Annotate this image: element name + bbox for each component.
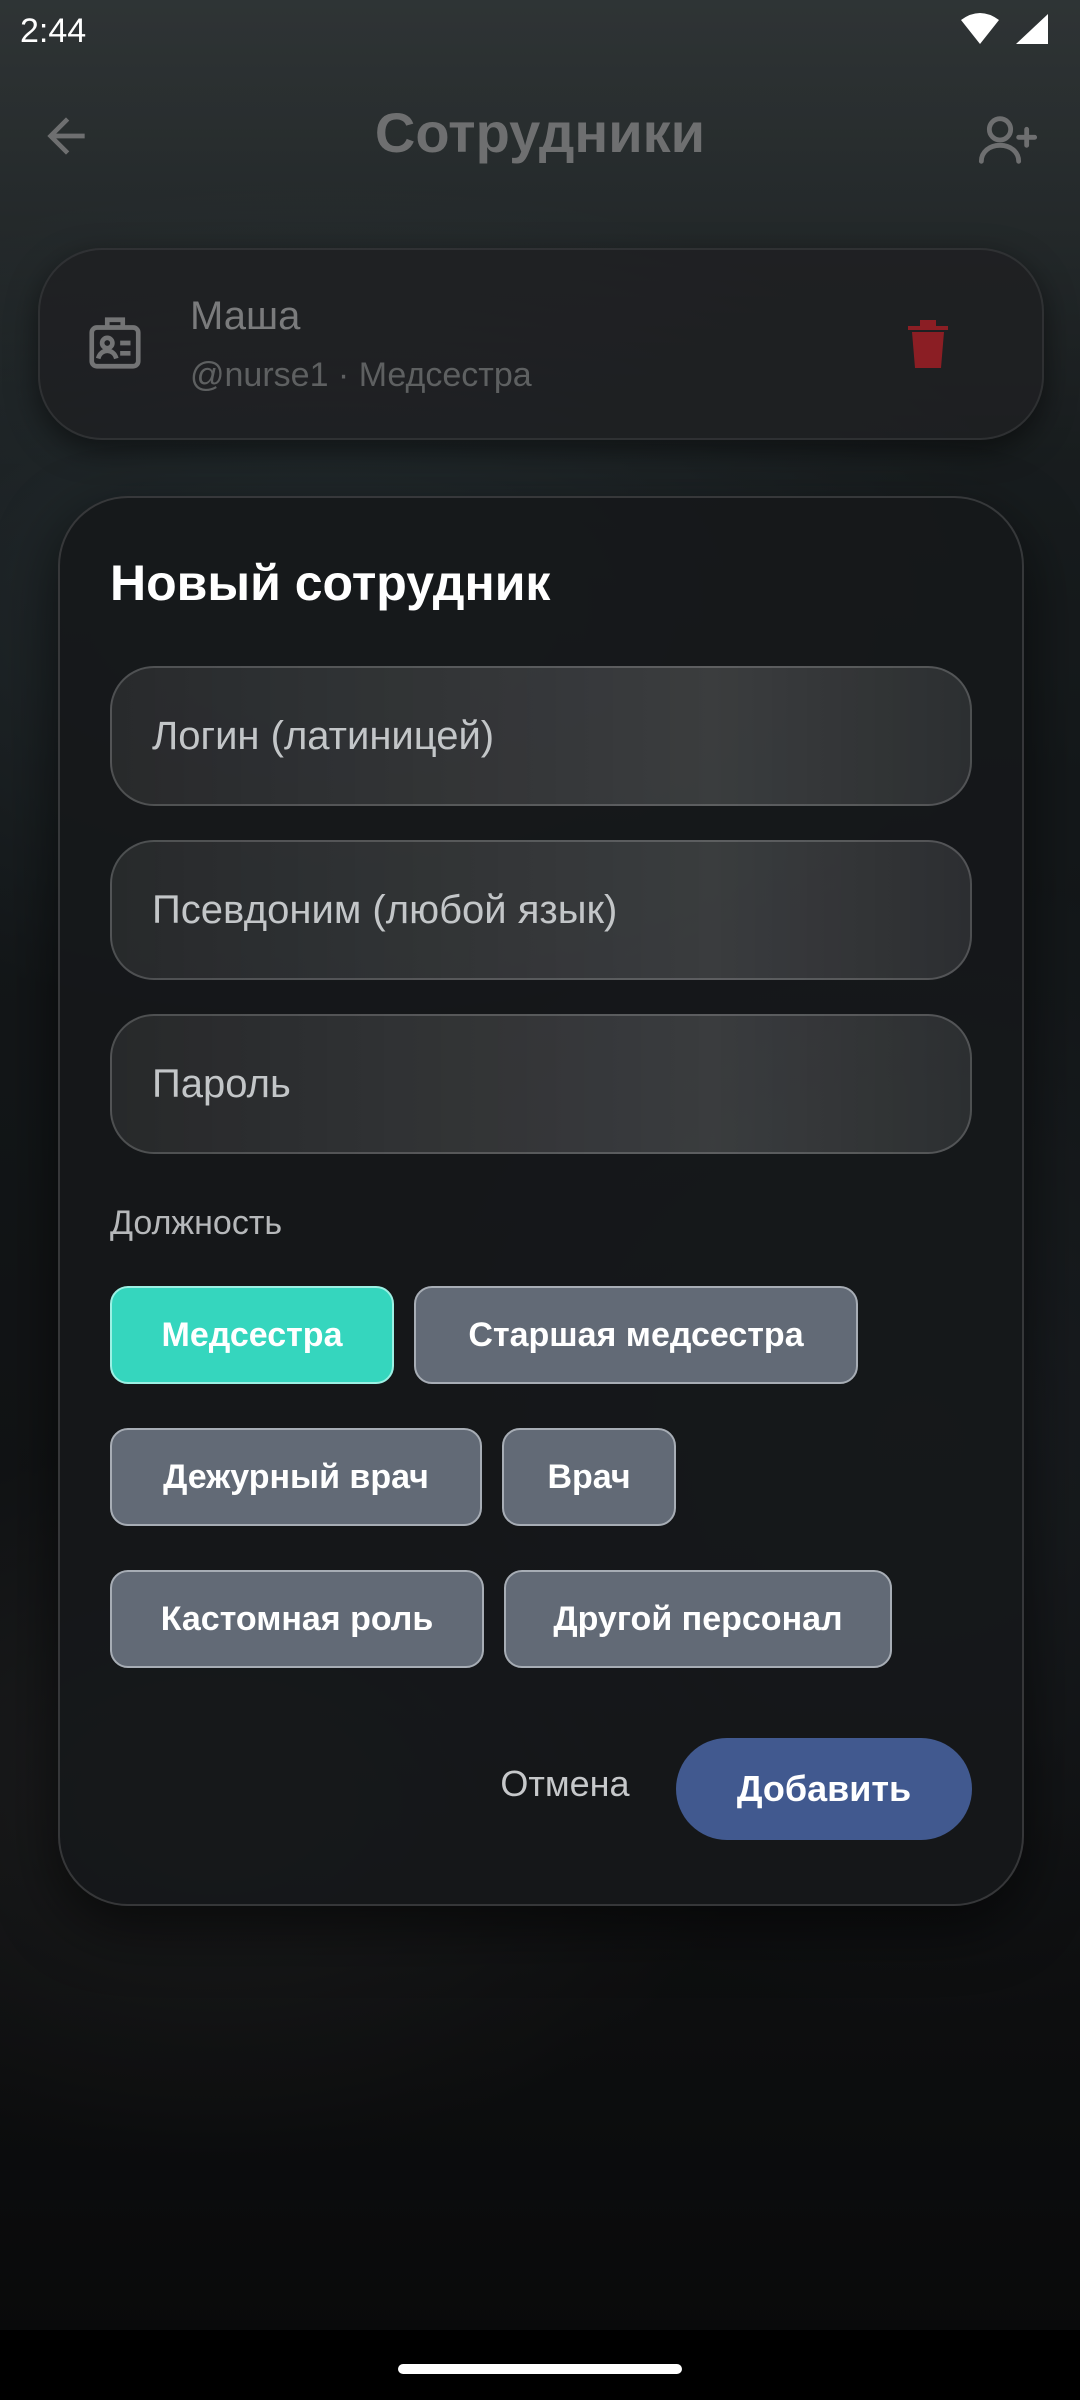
staff-list-item[interactable]: Маша @nurse1 · Медсестра xyxy=(38,248,1044,440)
new-staff-dialog: Новый сотрудник Должность Медсестра Стар… xyxy=(58,496,1024,1906)
status-time: 2:44 xyxy=(20,12,87,50)
top-app-bar: Сотрудники xyxy=(0,90,1080,180)
add-button[interactable]: Добавить xyxy=(676,1738,972,1840)
role-chip-head-nurse[interactable]: Старшая медсестра xyxy=(414,1286,858,1384)
staff-meta: @nurse1 · Медсестра xyxy=(190,356,532,394)
staff-name: Маша xyxy=(190,294,301,338)
add-person-icon xyxy=(976,116,1040,176)
role-label: Должность xyxy=(110,1204,283,1242)
dialog-title: Новый сотрудник xyxy=(110,555,551,611)
login-field[interactable] xyxy=(110,666,972,806)
wifi-icon xyxy=(960,12,1000,51)
role-chip-duty-doctor[interactable]: Дежурный врач xyxy=(110,1428,482,1526)
role-chip-doctor[interactable]: Врач xyxy=(502,1428,676,1526)
status-bar: 2:44 xyxy=(0,0,1080,64)
cancel-button[interactable]: Отмена xyxy=(460,1733,670,1835)
password-input[interactable] xyxy=(112,1016,970,1152)
badge-icon xyxy=(84,312,146,379)
nickname-field[interactable] xyxy=(110,840,972,980)
password-field[interactable] xyxy=(110,1014,972,1154)
role-chip-custom[interactable]: Кастомная роль xyxy=(110,1570,484,1668)
add-staff-button[interactable] xyxy=(976,108,1048,180)
gesture-handle[interactable] xyxy=(398,2364,682,2374)
trash-icon[interactable] xyxy=(904,316,952,377)
page-title: Сотрудники xyxy=(374,101,706,164)
role-chip-nurse[interactable]: Медсестра xyxy=(110,1286,394,1384)
nickname-input[interactable] xyxy=(112,842,970,978)
signal-icon xyxy=(1014,12,1050,51)
role-chip-other[interactable]: Другой персонал xyxy=(504,1570,892,1668)
login-input[interactable] xyxy=(112,668,970,804)
